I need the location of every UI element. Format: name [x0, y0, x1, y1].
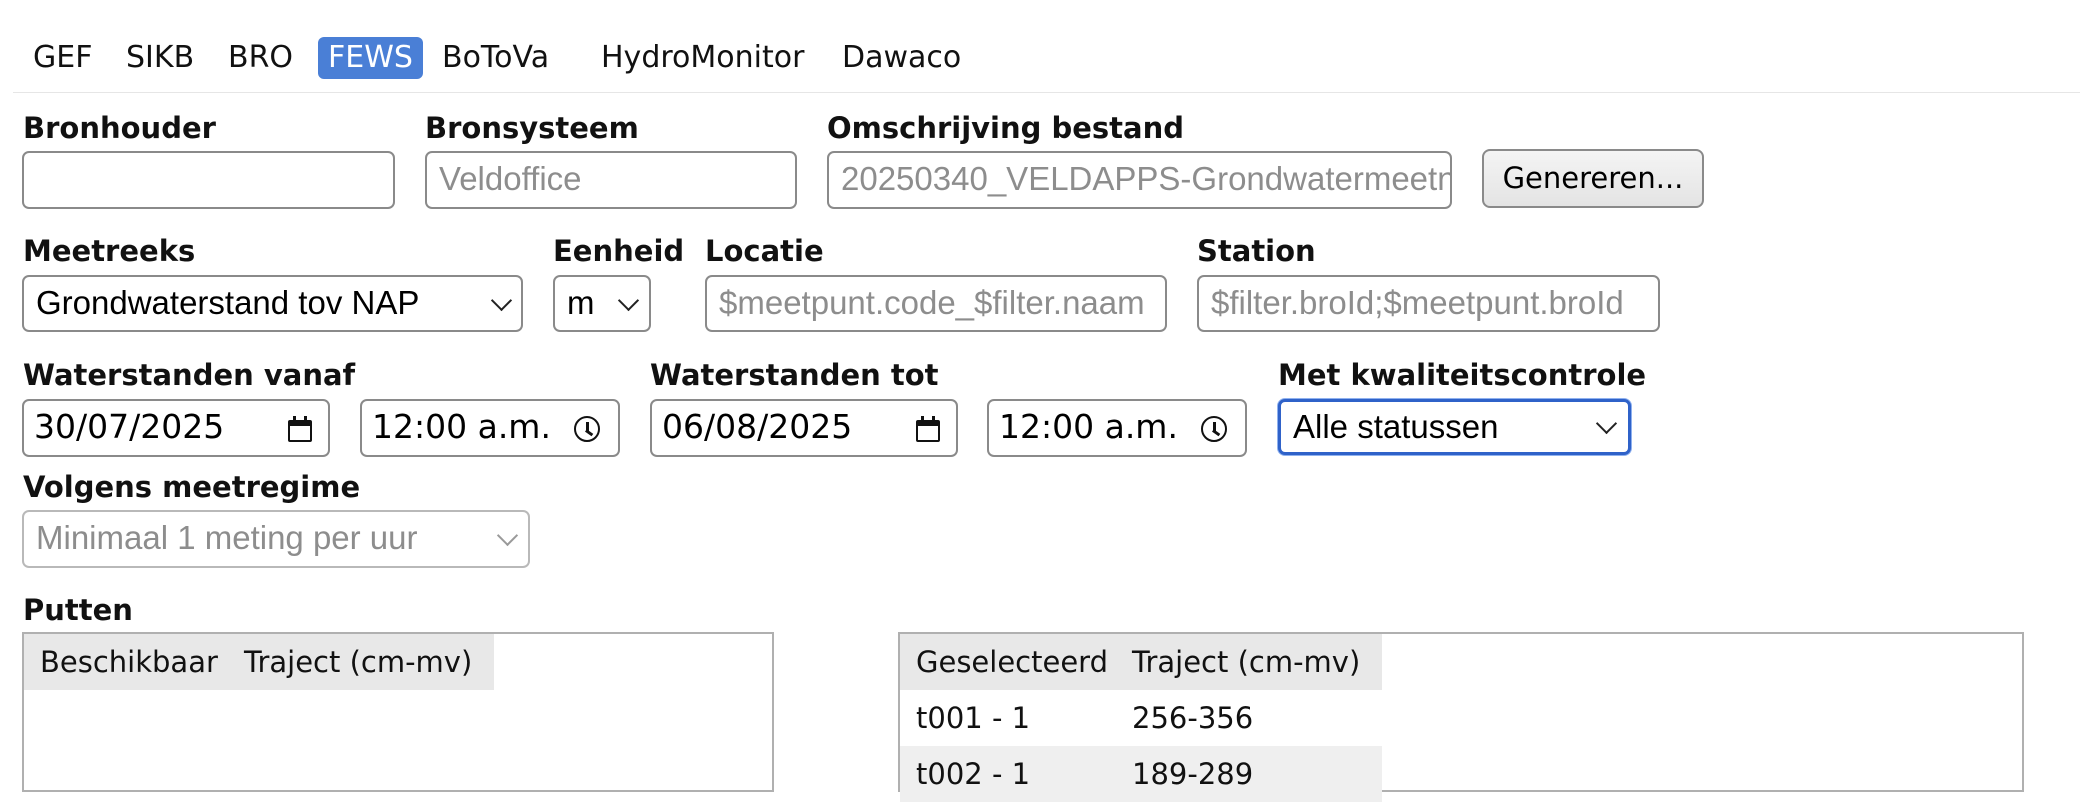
well-name: t002 - 1 [916, 757, 1031, 791]
bronsysteem-label: Bronsysteem [425, 111, 639, 145]
eenheid-value: m [567, 284, 595, 321]
clock-icon[interactable] [574, 416, 600, 442]
station-input[interactable]: $filter.broId;$meetpunt.broId [1197, 275, 1660, 332]
available-header-row: Beschikbaar Traject (cm-mv) [24, 634, 494, 690]
tot-date-input[interactable]: 06/08/2025 [650, 399, 958, 457]
tot-time-input[interactable]: 12:00 a.m. [987, 399, 1247, 457]
tot-time-value: 12:00 a.m. [999, 407, 1178, 446]
kwaliteit-select[interactable]: Alle statussen [1278, 399, 1631, 455]
well-name: t001 - 1 [916, 701, 1031, 735]
station-placeholder: $filter.broId;$meetpunt.broId [1211, 284, 1624, 321]
well-traject: 189-289 [1132, 757, 1254, 791]
chevron-down-icon [496, 524, 519, 547]
tab-hydromonitor[interactable]: HydroMonitor [591, 37, 814, 79]
omschrijving-label: Omschrijving bestand [827, 111, 1185, 145]
tab-bar: GEF SIKB BRO FEWS BoToVa HydroMonitor Da… [13, 0, 2080, 93]
genereren-button[interactable]: Genereren... [1482, 149, 1704, 208]
omschrijving-placeholder: 20250340_VELDAPPS-Grondwatermeetn [841, 160, 1452, 197]
station-label: Station [1197, 234, 1316, 268]
selected-header-row: Geselecteerd Traject (cm-mv) [900, 634, 1382, 690]
bronsysteem-input[interactable]: Veldoffice [425, 151, 797, 209]
meetreeks-label: Meetreeks [23, 234, 196, 268]
tab-botova[interactable]: BoToVa [432, 37, 559, 79]
kwaliteit-label: Met kwaliteitscontrole [1278, 358, 1647, 392]
tab-sikb[interactable]: SIKB [116, 37, 204, 79]
vanaf-date-input[interactable]: 30/07/2025 [22, 399, 330, 457]
eenheid-label: Eenheid [553, 234, 685, 268]
omschrijving-input[interactable]: 20250340_VELDAPPS-Grondwatermeetn [827, 151, 1452, 209]
tab-bro[interactable]: BRO [218, 37, 303, 79]
selected-wells-table[interactable]: Geselecteerd Traject (cm-mv) t001 - 1 25… [898, 632, 2024, 802]
column-header-geselecteerd[interactable]: Geselecteerd [916, 634, 1108, 690]
vanaf-time-value: 12:00 a.m. [372, 407, 551, 446]
column-header-traject[interactable]: Traject (cm-mv) [1132, 634, 1360, 690]
column-header-traject[interactable]: Traject (cm-mv) [244, 634, 472, 690]
bronsysteem-placeholder: Veldoffice [439, 160, 582, 197]
vanaf-time-input[interactable]: 12:00 a.m. [360, 399, 620, 457]
kwaliteit-value: Alle statussen [1293, 408, 1499, 445]
bronhouder-label: Bronhouder [23, 111, 216, 145]
chevron-down-icon [490, 289, 513, 312]
calendar-icon[interactable] [916, 416, 940, 442]
meetreeks-select[interactable]: Grondwaterstand tov NAP [22, 275, 523, 332]
meetreeks-value: Grondwaterstand tov NAP [36, 284, 420, 321]
column-header-beschikbaar[interactable]: Beschikbaar [40, 634, 218, 690]
tab-gef[interactable]: GEF [23, 37, 102, 79]
locatie-label: Locatie [705, 234, 824, 268]
tot-date-value: 06/08/2025 [662, 407, 853, 446]
chevron-down-icon [617, 289, 640, 312]
eenheid-select[interactable]: m [553, 275, 651, 332]
putten-label: Putten [23, 593, 133, 627]
table-row[interactable]: t002 - 1 189-289 [900, 746, 1382, 802]
vanaf-label: Waterstanden vanaf [23, 358, 356, 392]
meetregime-select[interactable]: Minimaal 1 meting per uur [22, 510, 530, 568]
vanaf-date-value: 30/07/2025 [34, 407, 225, 446]
locatie-input[interactable]: $meetpunt.code_$filter.naam [705, 275, 1167, 332]
available-wells-table[interactable]: Beschikbaar Traject (cm-mv) [22, 632, 774, 792]
meetregime-value: Minimaal 1 meting per uur [36, 519, 418, 556]
tab-fews[interactable]: FEWS [318, 37, 423, 79]
bronhouder-input[interactable] [22, 151, 395, 209]
well-traject: 256-356 [1132, 701, 1254, 735]
chevron-down-icon [1595, 412, 1618, 435]
tot-label: Waterstanden tot [650, 358, 939, 392]
tab-dawaco[interactable]: Dawaco [832, 37, 971, 79]
meetregime-label: Volgens meetregime [23, 470, 361, 504]
locatie-placeholder: $meetpunt.code_$filter.naam [719, 284, 1145, 321]
table-row[interactable]: t001 - 1 256-356 [900, 690, 1382, 746]
clock-icon[interactable] [1201, 416, 1227, 442]
calendar-icon[interactable] [288, 416, 312, 442]
